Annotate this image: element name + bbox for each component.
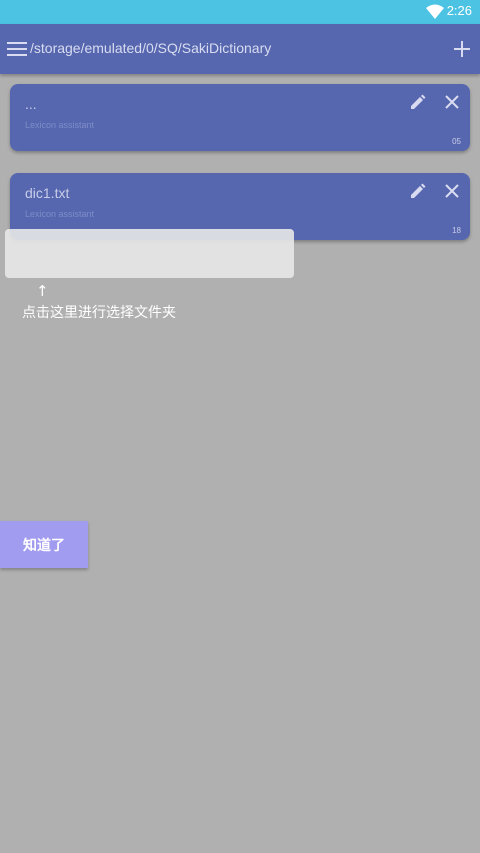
close-icon[interactable] <box>444 183 460 199</box>
card-count: 05 <box>452 137 461 146</box>
card-subtitle: Lexicon assistant <box>25 209 95 219</box>
app-bar: /storage/emulated/0/SQ/SakiDictionary <box>0 24 480 74</box>
status-time: 2:26 <box>446 3 472 18</box>
pencil-icon[interactable] <box>409 93 427 111</box>
guide-hint-text: 点击这里进行选择文件夹 <box>22 305 176 321</box>
dictionary-card[interactable]: ... Lexicon assistant 05 <box>10 84 470 151</box>
card-count: 18 <box>452 226 461 235</box>
current-path[interactable]: /storage/emulated/0/SQ/SakiDictionary <box>30 40 271 56</box>
card-title: dic1.txt <box>25 185 70 201</box>
got-it-button[interactable]: 知道了 <box>0 521 88 568</box>
guide-highlight-area[interactable] <box>5 229 294 278</box>
hint-arrow: ↑ <box>36 282 49 300</box>
card-subtitle: Lexicon assistant <box>25 120 95 130</box>
card-title: ... <box>25 96 37 112</box>
close-icon[interactable] <box>444 94 460 110</box>
hamburger-menu-icon[interactable] <box>6 39 28 59</box>
wifi-icon <box>426 4 444 19</box>
status-bar: 2:26 <box>0 0 480 24</box>
plus-icon[interactable] <box>452 39 472 59</box>
pencil-icon[interactable] <box>409 182 427 200</box>
